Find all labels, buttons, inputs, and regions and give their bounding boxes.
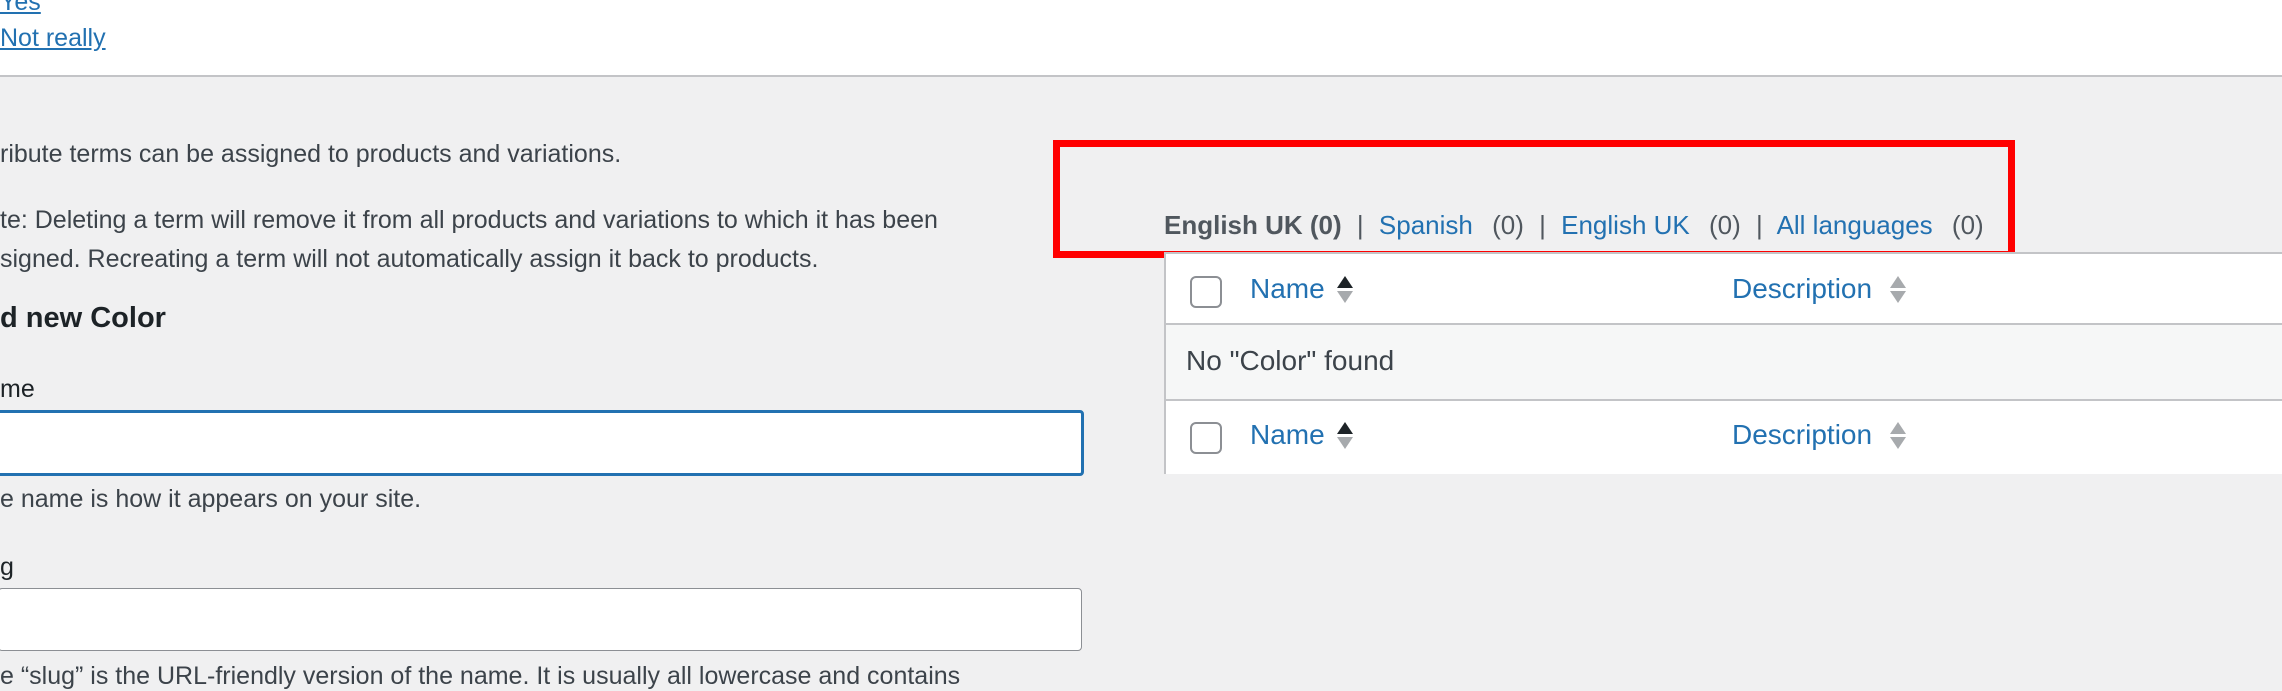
separator: | (1539, 210, 1546, 240)
language-filter: English UK (0) | Spanish (0) | English U… (1164, 210, 1984, 241)
slug-input[interactable] (0, 588, 1082, 651)
attribute-intro-text: ribute terms can be assigned to products… (0, 140, 622, 168)
feedback-no-link[interactable]: Not really (0, 24, 106, 53)
sort-arrows-icon[interactable] (1890, 420, 1906, 450)
table-header-row: Name Description (1166, 254, 2282, 325)
add-new-heading: d new Color (0, 302, 166, 334)
language-count: (0) (1492, 210, 1524, 240)
slug-field-label: g (0, 553, 14, 581)
delete-note-line-1: te: Deleting a term will remove it from … (0, 206, 938, 234)
language-link-english-uk[interactable]: English UK (1561, 210, 1690, 240)
separator: | (1356, 210, 1364, 240)
language-count: (0) (1951, 210, 1984, 240)
sort-arrows-icon[interactable] (1337, 420, 1353, 450)
separator: | (1756, 210, 1763, 240)
sort-arrows-icon[interactable] (1337, 274, 1353, 304)
sort-arrows-icon[interactable] (1890, 274, 1906, 304)
feedback-yes-link[interactable]: Yes (0, 0, 41, 17)
language-link-spanish[interactable]: Spanish (1379, 210, 1473, 240)
name-input[interactable] (0, 410, 1084, 476)
language-count: (0) (1708, 210, 1741, 240)
select-all-checkbox-footer[interactable] (1190, 422, 1222, 454)
empty-message: No "Color" found (1186, 345, 1395, 376)
table-empty-row: No "Color" found (1166, 325, 2282, 401)
delete-note-line-2: signed. Recreating a term will not autom… (0, 245, 819, 273)
language-link-all[interactable]: All languages (1777, 210, 1933, 240)
name-field-hint: e name is how it appears on your site. (0, 485, 422, 513)
language-current: English UK (0) (1164, 210, 1342, 240)
column-description-sort-footer[interactable]: Description (1732, 419, 1872, 451)
column-name-sort-footer[interactable]: Name (1250, 419, 1325, 451)
table-footer-row: Name Description (1166, 401, 2282, 474)
select-all-checkbox[interactable] (1190, 276, 1222, 308)
column-description-sort[interactable]: Description (1732, 273, 1872, 305)
column-name-sort[interactable]: Name (1250, 273, 1325, 305)
feedback-panel: Yes Not really (0, 0, 2282, 77)
name-field-label: me (0, 375, 35, 403)
slug-field-hint: e “slug” is the URL-friendly version of … (0, 662, 961, 690)
terms-table: Name Description No "Color" found Name D… (1164, 252, 2282, 474)
